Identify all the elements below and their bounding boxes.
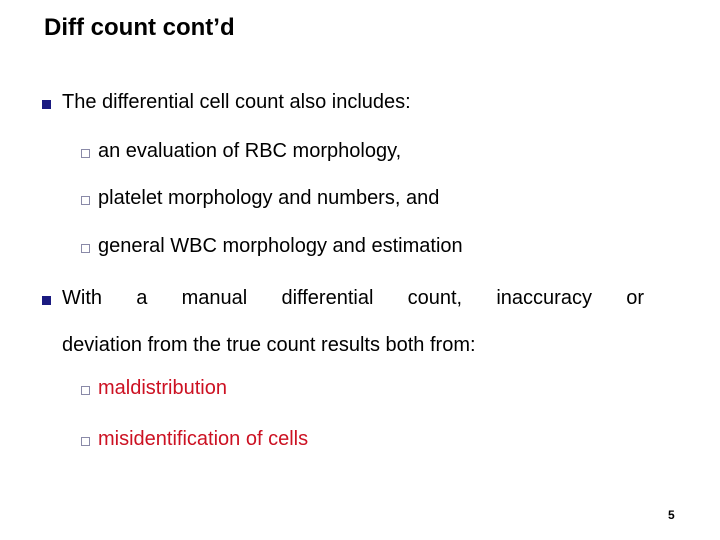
page-number: 5: [668, 508, 675, 522]
square-bullet-icon: [42, 296, 51, 305]
sub-bullet-text: general WBC morphology and estimation: [98, 235, 463, 257]
slide-title: Diff count cont’d: [44, 14, 235, 41]
sub-bullet-text: platelet morphology and numbers, and: [98, 187, 440, 209]
square-bullet-icon: [42, 100, 51, 109]
bullet-text-line1: With a manual differential count, inaccu…: [62, 287, 644, 309]
bullet-text-line2: deviation from the true count results bo…: [62, 334, 476, 356]
sub-bullet-text: an evaluation of RBC morphology,: [98, 140, 402, 162]
hollow-square-bullet-icon: [81, 437, 90, 446]
bullet-text: The differential cell count also include…: [62, 91, 411, 113]
sub-bullet-text: maldistribution: [98, 377, 227, 399]
sub-bullet-text: misidentification of cells: [98, 428, 309, 450]
hollow-square-bullet-icon: [81, 149, 90, 158]
hollow-square-bullet-icon: [81, 244, 90, 253]
hollow-square-bullet-icon: [81, 386, 90, 395]
hollow-square-bullet-icon: [81, 196, 90, 205]
